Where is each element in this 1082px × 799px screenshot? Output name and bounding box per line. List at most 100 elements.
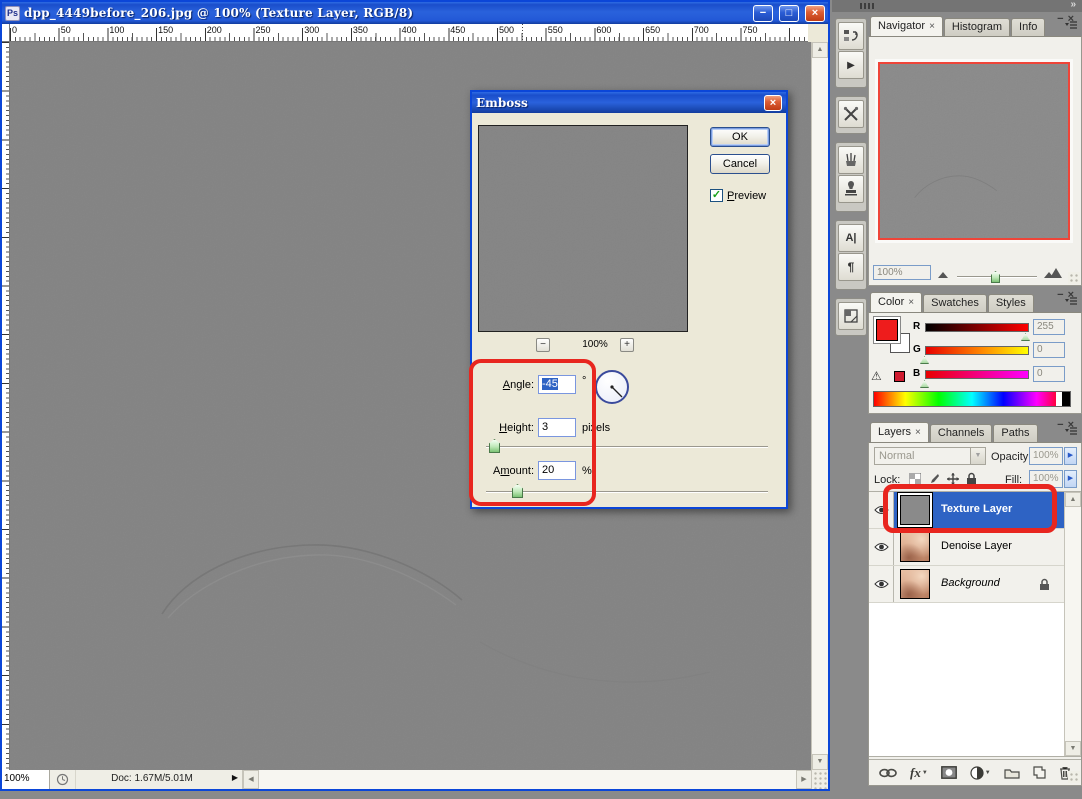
scroll-left-arrow-icon[interactable]: ◀	[243, 770, 259, 789]
visibility-eye-icon[interactable]	[869, 492, 894, 528]
gamut-color-swatch[interactable]	[894, 371, 905, 382]
window-resize-grip[interactable]	[812, 770, 828, 789]
dock-header[interactable]: »	[832, 0, 1082, 12]
collapse-dock-icon[interactable]: »	[1070, 0, 1076, 10]
visibility-eye-icon[interactable]	[869, 529, 894, 565]
black-swatch[interactable]	[1062, 392, 1070, 406]
paragraph-panel-button[interactable]: ¶	[838, 253, 864, 281]
navigator-view-box[interactable]	[878, 62, 1070, 240]
gamut-warning-icon[interactable]: ⚠	[871, 369, 882, 383]
navigator-proxy-preview[interactable]	[875, 59, 1073, 243]
navigator-zoom-slider-thumb[interactable]	[991, 271, 1000, 283]
panel-resize-grip[interactable]	[1068, 272, 1080, 284]
tab-styles[interactable]: Styles	[988, 294, 1034, 312]
layers-scrollbar[interactable]: ▲ ▼	[1064, 492, 1081, 756]
blue-slider[interactable]	[925, 370, 1029, 379]
lock-transparency-icon[interactable]	[907, 471, 922, 486]
layer-name[interactable]: Background	[941, 577, 1000, 589]
dock-grip-icon[interactable]	[860, 3, 874, 9]
tab-swatches[interactable]: Swatches	[923, 294, 987, 312]
filter-preview[interactable]	[478, 125, 688, 332]
new-group-folder-icon[interactable]	[1004, 767, 1020, 779]
blue-value-field[interactable]: 0	[1033, 366, 1065, 382]
maximize-button[interactable]: □	[779, 5, 799, 22]
tab-navigator[interactable]: Navigator×	[870, 16, 943, 36]
green-slider[interactable]	[925, 346, 1029, 355]
lock-all-padlock-icon[interactable]	[964, 471, 979, 486]
ok-button[interactable]: OK	[710, 127, 770, 147]
emboss-dialog-titlebar[interactable]: Emboss ×	[472, 92, 786, 113]
title-bar[interactable]: Ps dpp_4449before_206.jpg @ 100% (Textur…	[2, 2, 828, 24]
tab-info[interactable]: Info	[1011, 18, 1045, 36]
layer-style-fx-icon[interactable]: fx▼	[910, 765, 928, 781]
fill-arrow-icon[interactable]: ▶	[1064, 470, 1077, 488]
opacity-arrow-icon[interactable]: ▶	[1064, 447, 1077, 465]
scroll-right-arrow-icon[interactable]: ▶	[796, 770, 812, 789]
angle-input[interactable]: -45	[538, 375, 576, 394]
status-menu-arrow-icon[interactable]: ▶	[228, 770, 242, 789]
preview-zoom-out-button[interactable]: −	[536, 338, 550, 352]
history-panel-button[interactable]	[838, 22, 864, 50]
tab-channels[interactable]: Channels	[930, 424, 992, 442]
amount-slider-thumb[interactable]	[512, 484, 523, 498]
height-slider[interactable]	[486, 439, 768, 453]
minimize-button[interactable]: −	[753, 5, 773, 22]
chevron-down-icon[interactable]: ▼	[970, 448, 985, 464]
scroll-up-arrow-icon[interactable]: ▲	[812, 42, 828, 58]
opacity-value-field[interactable]: 100%	[1029, 447, 1063, 465]
layer-name[interactable]: Texture Layer	[941, 503, 1012, 515]
red-slider-thumb[interactable]	[1021, 333, 1030, 341]
close-button[interactable]: ×	[805, 5, 825, 22]
layer-thumbnail[interactable]	[900, 495, 930, 525]
layer-thumbnail[interactable]	[900, 569, 930, 599]
tab-close-icon[interactable]: ×	[908, 297, 914, 308]
tab-close-icon[interactable]: ×	[915, 427, 921, 438]
navigator-zoom-slider[interactable]	[957, 271, 1037, 283]
lock-pixels-brush-icon[interactable]	[926, 471, 941, 486]
tool-presets-button[interactable]	[838, 100, 864, 128]
amount-slider[interactable]	[486, 484, 768, 498]
dialog-close-icon[interactable]: ×	[764, 95, 782, 111]
navigator-zoom-field[interactable]: 100%	[873, 265, 931, 280]
tab-close-icon[interactable]: ×	[929, 21, 935, 32]
clone-source-button[interactable]	[838, 175, 864, 203]
preview-checkbox[interactable]: ✓	[710, 189, 723, 202]
blue-slider-thumb[interactable]	[920, 380, 929, 388]
new-layer-icon[interactable]	[1033, 766, 1046, 779]
scroll-down-arrow-icon[interactable]: ▼	[1065, 741, 1081, 756]
fill-value-field[interactable]: 100%	[1029, 470, 1063, 488]
panel-menu-icon[interactable]	[1064, 19, 1080, 35]
tab-histogram[interactable]: Histogram	[944, 18, 1010, 36]
zoom-in-mountain-icon[interactable]	[1043, 265, 1063, 279]
visibility-eye-icon[interactable]	[869, 566, 894, 602]
height-input[interactable]: 3	[538, 418, 576, 437]
lock-position-move-icon[interactable]	[945, 471, 960, 486]
height-slider-thumb[interactable]	[489, 439, 500, 453]
red-value-field[interactable]: 255	[1033, 319, 1065, 335]
angle-dial[interactable]	[595, 370, 629, 404]
layer-thumbnail[interactable]	[900, 532, 930, 562]
scroll-up-arrow-icon[interactable]: ▲	[1065, 492, 1081, 507]
layer-row-texture[interactable]: Texture Layer	[869, 492, 1064, 529]
preview-zoom-in-button[interactable]: +	[620, 338, 634, 352]
green-value-field[interactable]: 0	[1033, 342, 1065, 358]
panel-resize-grip[interactable]	[1068, 771, 1080, 783]
tab-color[interactable]: Color×	[870, 292, 922, 312]
red-slider[interactable]	[925, 323, 1029, 332]
status-zoom-field[interactable]: 100%	[2, 770, 50, 789]
panel-menu-icon[interactable]	[1064, 295, 1080, 311]
tab-paths[interactable]: Paths	[993, 424, 1037, 442]
layer-comps-button[interactable]	[838, 302, 864, 330]
canvas-vertical-scrollbar[interactable]: ▲ ▼	[811, 42, 828, 770]
color-spectrum-ramp[interactable]	[873, 391, 1071, 407]
zoom-out-mountain-icon[interactable]	[937, 269, 950, 279]
adjustment-layer-icon[interactable]: ▼	[970, 766, 991, 780]
brushes-panel-button[interactable]	[838, 146, 864, 174]
add-layer-mask-icon[interactable]	[941, 766, 957, 779]
blend-mode-select[interactable]: Normal ▼	[874, 447, 986, 465]
foreground-color-swatch[interactable]	[876, 319, 898, 341]
canvas-horizontal-scrollbar[interactable]: ◀ ▶	[242, 770, 828, 789]
amount-input[interactable]: 20	[538, 461, 576, 480]
scroll-down-arrow-icon[interactable]: ▼	[812, 754, 828, 770]
actions-panel-button[interactable]: ▶	[838, 51, 864, 79]
